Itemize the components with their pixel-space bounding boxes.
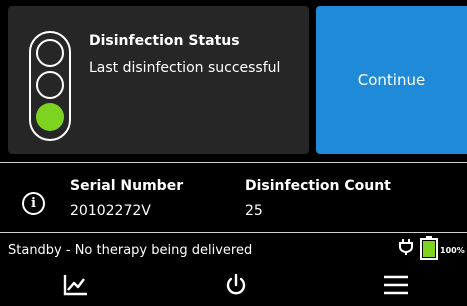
disinfection-status-panel: Disinfection Status Last disinfection su… — [8, 6, 309, 154]
power-icon — [226, 273, 246, 295]
disinfection-count-value: 25 — [245, 203, 263, 219]
serial-number-value: 20102272V — [70, 203, 151, 219]
chart-icon — [63, 275, 87, 296]
nav-menu-button[interactable] — [376, 270, 416, 300]
traffic-light-green-lamp — [36, 103, 64, 131]
battery-icon — [420, 236, 438, 260]
traffic-light-off-lamp — [36, 39, 64, 67]
traffic-light-off-lamp — [36, 71, 64, 99]
battery-percentage: 100% — [440, 246, 465, 255]
info-icon[interactable]: i — [22, 192, 45, 215]
status-message: Last disinfection successful — [89, 60, 281, 76]
serial-number-label: Serial Number — [70, 178, 184, 194]
menu-icon — [384, 275, 408, 295]
divider — [0, 162, 467, 163]
plug-icon — [399, 239, 413, 255]
continue-button[interactable]: Continue — [316, 6, 467, 154]
traffic-light-icon — [29, 31, 71, 141]
status-title: Disinfection Status — [89, 33, 240, 49]
nav-power-button[interactable] — [216, 270, 256, 300]
therapy-status-text: Standby - No therapy being delivered — [8, 243, 253, 258]
divider — [0, 232, 467, 233]
disinfection-count-label: Disinfection Count — [245, 178, 391, 194]
nav-chart-button[interactable] — [56, 270, 96, 300]
